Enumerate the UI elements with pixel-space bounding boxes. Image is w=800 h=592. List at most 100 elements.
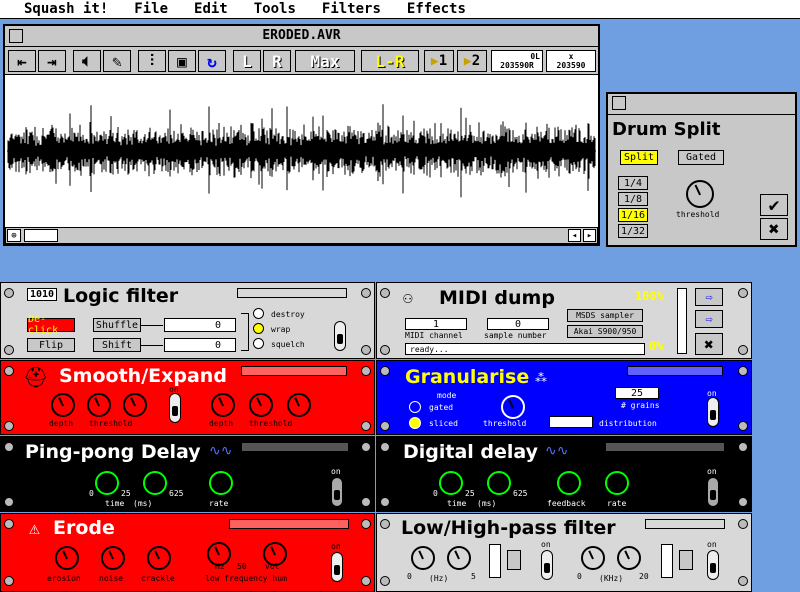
ok-button[interactable]: ✔: [760, 194, 788, 216]
radio-wrap[interactable]: [253, 323, 264, 334]
ratio-knob[interactable]: [123, 393, 147, 417]
threshold-knob[interactable]: [686, 180, 714, 208]
time-knob-1[interactable]: [95, 471, 119, 495]
mixer-icon[interactable]: ⫶: [138, 50, 166, 72]
logic-logo: 1010: [27, 288, 58, 301]
marker-1-button[interactable]: ▶ 1: [424, 50, 454, 72]
ratio-knob[interactable]: [287, 393, 311, 417]
low-cutoff-knob[interactable]: [411, 546, 435, 570]
low-on-toggle[interactable]: [541, 550, 553, 580]
sampler-msds[interactable]: MSDS sampler: [567, 309, 643, 322]
on-toggle[interactable]: [707, 477, 719, 507]
division-1-8[interactable]: 1/8: [618, 192, 648, 206]
menu-edit[interactable]: Edit: [194, 1, 228, 17]
screw-icon: [380, 288, 390, 298]
window-icon[interactable]: ▣: [168, 50, 196, 72]
on-toggle[interactable]: [331, 552, 343, 582]
low-fine-knob[interactable]: [447, 546, 471, 570]
high-fine-knob[interactable]: [617, 546, 641, 570]
threshold-knob[interactable]: [501, 395, 525, 419]
menu-tools[interactable]: Tools: [254, 1, 296, 17]
on-label: on: [707, 467, 717, 476]
on-toggle[interactable]: [169, 393, 181, 423]
on-toggle[interactable]: [334, 321, 346, 351]
menu-filters[interactable]: Filters: [322, 1, 381, 17]
time-knob-2[interactable]: [143, 471, 167, 495]
sample-number-spinner[interactable]: 0: [487, 318, 549, 330]
division-1-32[interactable]: 1/32: [618, 224, 648, 238]
radio-destroy[interactable]: [253, 308, 264, 319]
speaker-icon[interactable]: 🔈︎: [73, 50, 101, 72]
send-button[interactable]: ⇨: [695, 288, 723, 306]
radio-squelch[interactable]: [253, 338, 264, 349]
on-toggle[interactable]: [707, 397, 719, 427]
marker-2-button[interactable]: ▶ 2: [457, 50, 487, 72]
menu-file[interactable]: File: [134, 1, 168, 17]
declick-button[interactable]: De-click: [27, 314, 75, 336]
shuffle-button[interactable]: Shuffle: [93, 318, 141, 332]
crackle-knob[interactable]: [147, 546, 171, 570]
shift-value[interactable]: 0: [164, 338, 236, 352]
loop-icon[interactable]: ↻: [198, 50, 226, 72]
split-button[interactable]: Split: [620, 150, 658, 165]
high-shape-icon[interactable]: [679, 550, 693, 570]
option-squelch-label: squelch: [271, 340, 305, 349]
radio-gated[interactable]: [409, 401, 421, 413]
depth-knob[interactable]: [51, 393, 75, 417]
noise-knob[interactable]: [101, 546, 125, 570]
grains-spinner[interactable]: 25: [615, 387, 659, 399]
scroll-thumb[interactable]: [24, 229, 58, 242]
zoom-icon[interactable]: ⊕: [7, 229, 21, 242]
rate-knob[interactable]: [605, 471, 629, 495]
division-1-4[interactable]: 1/4: [618, 176, 648, 190]
threshold-knob[interactable]: [249, 393, 273, 417]
pencil-icon[interactable]: ✎: [103, 50, 131, 72]
menu-squash-it[interactable]: Squash it!: [24, 1, 108, 17]
time-knob-1[interactable]: [439, 471, 463, 495]
shift-button[interactable]: Shift: [93, 338, 141, 352]
import-icon[interactable]: ⇤: [8, 50, 36, 72]
close-icon[interactable]: [612, 96, 626, 110]
on-toggle[interactable]: [331, 477, 343, 507]
flip-button[interactable]: Flip: [27, 338, 75, 352]
high-on-toggle[interactable]: [707, 550, 719, 580]
high-cutoff-knob[interactable]: [581, 546, 605, 570]
left-channel-button[interactable]: L: [233, 50, 261, 72]
division-1-16[interactable]: 1/16: [618, 208, 648, 222]
horizontal-scrollbar[interactable]: ⊕ ◂ ▸: [5, 227, 598, 244]
drum-split-titlebar[interactable]: [608, 94, 795, 115]
export-icon[interactable]: ⇥: [38, 50, 66, 72]
tick-label: 20: [639, 572, 649, 581]
time-knob-2[interactable]: [487, 471, 511, 495]
low-shape-icon[interactable]: [507, 550, 521, 570]
editor-titlebar[interactable]: ERODED.AVR: [5, 26, 598, 47]
waveform[interactable]: [5, 76, 598, 226]
threshold-label: threshold: [89, 419, 133, 428]
arrow-right-icon[interactable]: ▸: [583, 229, 596, 242]
progress-bar: [627, 366, 723, 376]
screw-icon: [380, 421, 390, 431]
right-channel-button[interactable]: R: [263, 50, 291, 72]
erosion-knob[interactable]: [55, 546, 79, 570]
screw-icon: [738, 345, 748, 355]
gated-button[interactable]: Gated: [678, 150, 724, 165]
menu-effects[interactable]: Effects: [407, 1, 466, 17]
distribution-control[interactable]: [549, 416, 593, 428]
threshold-knob[interactable]: [87, 393, 111, 417]
arrow-left-icon[interactable]: ◂: [568, 229, 581, 242]
radio-sliced[interactable]: [409, 417, 421, 429]
lr-button[interactable]: L-R: [361, 50, 419, 72]
max-button[interactable]: Max: [295, 50, 355, 72]
close-icon[interactable]: [9, 29, 23, 43]
feedback-knob[interactable]: [557, 471, 581, 495]
screw-icon: [361, 519, 371, 529]
midi-channel-spinner[interactable]: 1: [405, 318, 467, 330]
cancel-button[interactable]: ✖: [760, 218, 788, 240]
cancel-button[interactable]: ✖: [695, 333, 723, 355]
receive-button[interactable]: ⇨: [695, 310, 723, 328]
logic-filter-module: 1010 Logic filter De-click Flip Shuffle …: [0, 282, 375, 359]
sampler-akai[interactable]: Akai S900/950: [567, 325, 643, 338]
shuffle-value[interactable]: 0: [164, 318, 236, 332]
depth-knob[interactable]: [211, 393, 235, 417]
rate-knob[interactable]: [209, 471, 233, 495]
